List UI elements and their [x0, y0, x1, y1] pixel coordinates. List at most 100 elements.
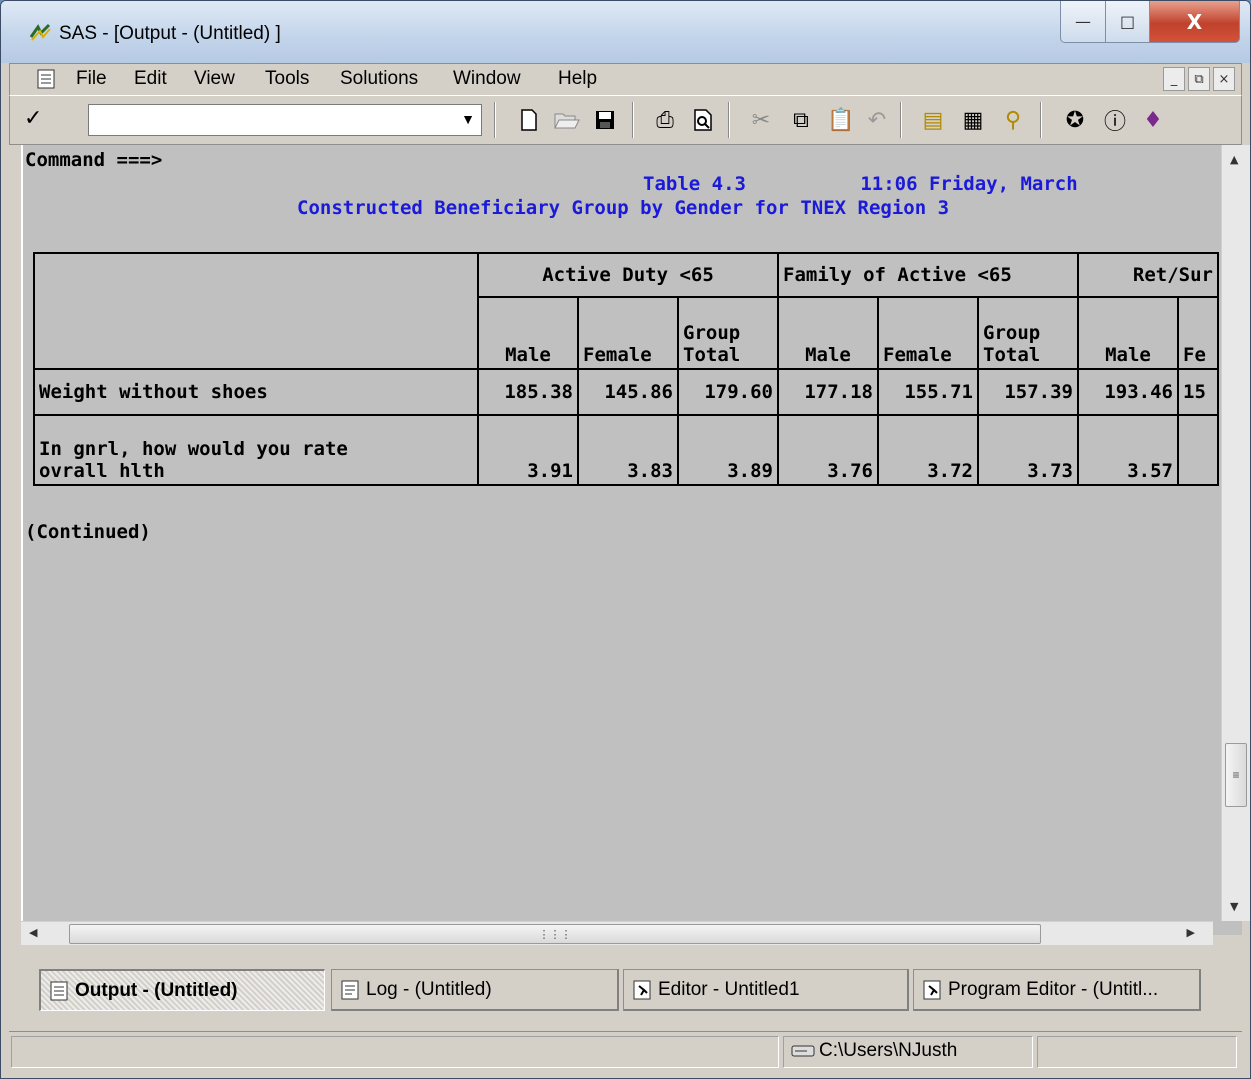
window-tab-label: Log - (Untitled) [366, 978, 492, 1000]
undo-icon[interactable]: ↶ [862, 105, 892, 135]
menu-view[interactable]: View [194, 68, 235, 90]
chevron-down-icon[interactable]: ▼ [461, 111, 475, 127]
paste-icon[interactable]: 📋 [826, 105, 856, 135]
window-tab-output[interactable]: Output - (Untitled) [39, 969, 325, 1011]
help-book-icon[interactable]: ♦ [1138, 105, 1168, 135]
table-cell: 3.73 [977, 414, 1079, 486]
copy-icon[interactable]: ⧉ [786, 105, 816, 135]
toolbar: ✓ ▼ ⎙ ✂ ⧉ 📋 ↶ ▤ ▦ ⚲ ✪ ⓘ ♦ [9, 95, 1242, 145]
explorer-icon[interactable]: ▦ [958, 105, 988, 135]
table-cell: 177.18 [777, 368, 879, 416]
table-cell: 157.39 [977, 368, 1079, 416]
command-input[interactable] [91, 107, 451, 133]
run-submit-icon[interactable]: ✪ [1060, 105, 1090, 135]
table-cell: 3.57 [1077, 414, 1179, 486]
column-header: Group Total [677, 296, 779, 370]
output-window[interactable]: Command ===> Table 4.3 11:06 Friday, Mar… [21, 145, 1242, 935]
table-cell [1177, 414, 1219, 486]
mdi-controls: _ ⧉ × [1163, 67, 1235, 91]
table-row: In gnrl, how would you rate ovrall hlth … [33, 414, 1219, 486]
new-file-icon[interactable] [514, 105, 544, 135]
table-title: Table 4.3 11:06 Friday, March [643, 173, 1078, 195]
mdi-restore-button[interactable]: ⧉ [1188, 67, 1210, 91]
new-library-icon[interactable]: ▤ [918, 105, 948, 135]
menu-file[interactable]: File [76, 68, 107, 90]
toolbar-separator [494, 102, 496, 138]
column-header: Male [477, 296, 579, 370]
submit-command-check-icon[interactable]: ✓ [24, 106, 42, 131]
window-title: SAS - [Output - (Untitled) ] [59, 23, 281, 44]
table-cell: 3.72 [877, 414, 979, 486]
output-doc-icon [50, 981, 68, 1000]
group-header: Family of Active <65 [777, 252, 1079, 298]
horizontal-scrollbar[interactable]: ◀ ⋮⋮⋮ ▶ [21, 921, 1213, 945]
status-bar: C:\Users\NJusth [9, 1031, 1242, 1071]
sas-window: SAS - [Output - (Untitled) ] — □ X File … [0, 0, 1251, 1079]
window-tab-editor[interactable]: Editor - Untitled1 [623, 969, 909, 1011]
scroll-right-arrow-icon[interactable]: ▶ [1187, 926, 1195, 939]
output-window-icon[interactable] [36, 69, 56, 89]
log-doc-icon [341, 980, 359, 999]
window-tab-label: Editor - Untitled1 [658, 978, 800, 1000]
toolbar-separator [900, 102, 902, 138]
toolbar-separator [632, 102, 634, 138]
scroll-down-arrow-icon[interactable]: ▼ [1230, 900, 1238, 913]
sas-app-icon[interactable] [29, 23, 51, 43]
group-header: Active Duty <65 [477, 252, 779, 298]
vertical-scroll-thumb[interactable]: ≡ [1225, 743, 1247, 807]
table-cell: 3.91 [477, 414, 579, 486]
table-cell: 145.86 [577, 368, 679, 416]
scroll-left-arrow-icon[interactable]: ◀ [29, 926, 37, 939]
window-tab-label: Output - (Untitled) [75, 979, 238, 1001]
table-corner-cell [33, 252, 479, 370]
close-button[interactable]: X [1150, 1, 1240, 43]
table-row: Weight without shoes 185.38 145.86 179.6… [33, 368, 1219, 416]
mdi-minimize-button[interactable]: _ [1163, 67, 1185, 91]
program-editor-icon [923, 980, 941, 999]
table-subtitle: Constructed Beneficiary Group by Gender … [297, 197, 950, 219]
window-bar: Output - (Untitled) Log - (Untitled) Edi… [9, 959, 1242, 1023]
window-tab-program-editor[interactable]: Program Editor - (Untitl... [913, 969, 1201, 1011]
group-header: Ret/Sur [1077, 252, 1219, 298]
current-folder-path: C:\Users\NJusth [819, 1040, 958, 1061]
save-icon[interactable] [590, 105, 620, 135]
table-cell: 155.71 [877, 368, 979, 416]
menu-bar: File Edit View Tools Solutions Window He… [9, 63, 1242, 95]
maximize-button[interactable]: □ [1106, 1, 1150, 43]
command-box[interactable]: ▼ [88, 104, 482, 136]
horizontal-scroll-thumb[interactable]: ⋮⋮⋮ [69, 924, 1041, 944]
vertical-scrollbar[interactable]: ▲ ≡ ▼ [1221, 145, 1250, 921]
column-header: Group Total [977, 296, 1079, 370]
menu-help[interactable]: Help [558, 68, 597, 90]
column-header: Fe [1177, 296, 1219, 370]
mdi-close-button[interactable]: × [1213, 67, 1235, 91]
menu-tools[interactable]: Tools [265, 68, 309, 90]
column-header: Male [777, 296, 879, 370]
window-tab-log[interactable]: Log - (Untitled) [331, 969, 619, 1011]
menu-window[interactable]: Window [453, 68, 521, 90]
current-folder[interactable]: C:\Users\NJusth [791, 1040, 957, 1062]
column-header: Male [1077, 296, 1179, 370]
scroll-up-arrow-icon[interactable]: ▲ [1230, 153, 1238, 166]
break-icon[interactable]: ⓘ [1100, 105, 1130, 135]
open-folder-icon[interactable] [552, 105, 582, 135]
editor-run-icon [633, 980, 651, 999]
minimize-button[interactable]: — [1060, 1, 1106, 43]
print-preview-icon[interactable] [688, 105, 718, 135]
window-tab-label: Program Editor - (Untitl... [948, 978, 1159, 1000]
report-table: Active Duty <65 Family of Active <65 Ret… [33, 252, 1219, 486]
table-group-header-row: Active Duty <65 Family of Active <65 Ret… [33, 252, 1219, 370]
table-cell: 3.76 [777, 414, 879, 486]
find-icon[interactable]: ⚲ [998, 105, 1028, 135]
title-bar[interactable]: SAS - [Output - (Untitled) ] — □ X [1, 1, 1250, 63]
table-cell: 3.83 [577, 414, 679, 486]
row-label: In gnrl, how would you rate ovrall hlth [33, 414, 479, 486]
menu-solutions[interactable]: Solutions [340, 68, 418, 90]
print-icon[interactable]: ⎙ [650, 105, 680, 135]
row-label: Weight without shoes [33, 368, 479, 416]
cut-icon[interactable]: ✂ [746, 105, 776, 135]
menu-edit[interactable]: Edit [134, 68, 167, 90]
table-cell: 179.60 [677, 368, 779, 416]
table-cell: 15 [1177, 368, 1219, 416]
status-message-cell [11, 1036, 779, 1068]
